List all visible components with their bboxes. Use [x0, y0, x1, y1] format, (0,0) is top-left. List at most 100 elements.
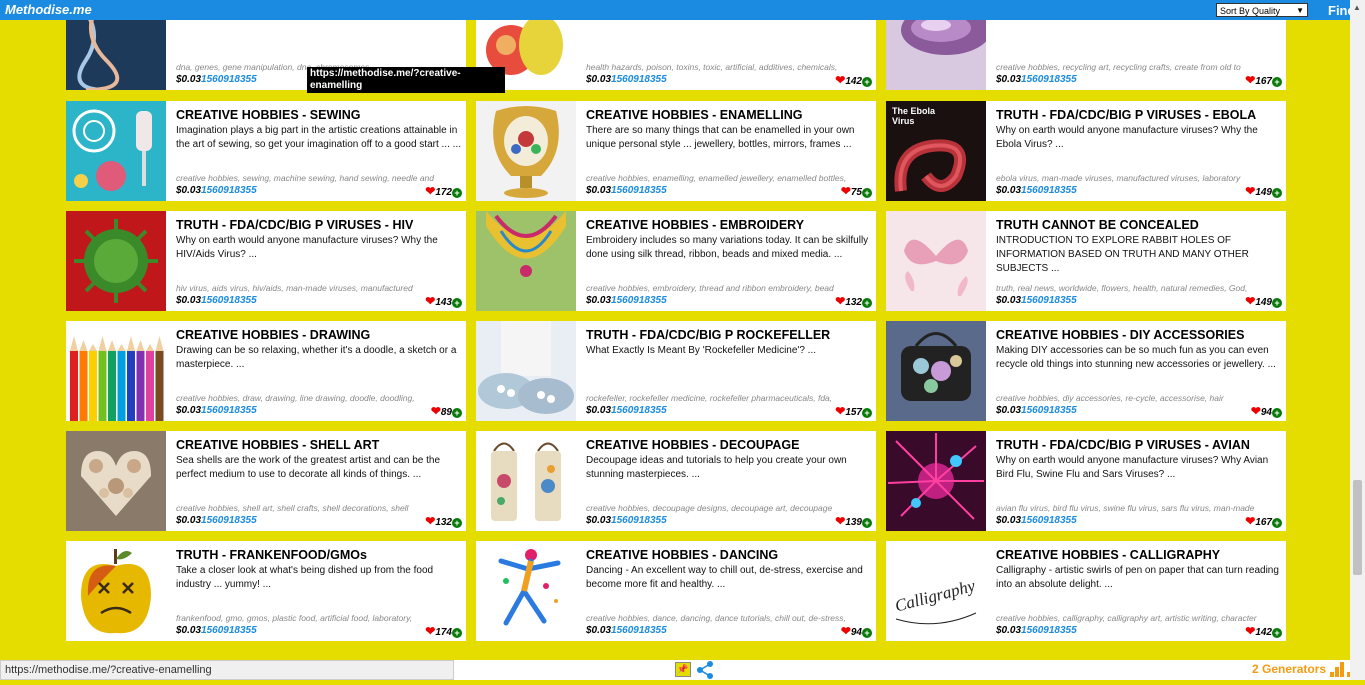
card-thumbnail[interactable]: [66, 101, 166, 201]
card-thumbnail[interactable]: [886, 431, 986, 531]
card-thumbnail[interactable]: [66, 431, 166, 531]
add-icon[interactable]: +: [1272, 188, 1282, 198]
heart-icon[interactable]: ❤: [835, 514, 845, 528]
price-number[interactable]: 1560918355: [611, 295, 667, 306]
price-number[interactable]: 1560918355: [201, 515, 257, 526]
heart-icon[interactable]: ❤: [835, 294, 845, 308]
share-icon[interactable]: [695, 660, 715, 685]
content-card[interactable]: CREATIVE HOBBIES - EMBROIDERY Embroidery …: [476, 211, 876, 311]
heart-icon[interactable]: ❤: [1245, 294, 1255, 308]
card-thumbnail[interactable]: [66, 321, 166, 421]
card-title[interactable]: CREATIVE HOBBIES - CALLIGRAPHY: [996, 548, 1281, 562]
card-thumbnail[interactable]: The Ebola Virus: [886, 101, 986, 201]
card-thumbnail[interactable]: [476, 431, 576, 531]
card-thumbnail[interactable]: [886, 211, 986, 311]
price-number[interactable]: 1560918355: [1021, 185, 1077, 196]
site-logo[interactable]: Methodise.me: [5, 2, 92, 17]
price-number[interactable]: 1560918355: [201, 74, 257, 85]
vertical-scrollbar[interactable]: ▲: [1350, 0, 1365, 680]
add-icon[interactable]: +: [862, 188, 872, 198]
pin-icon[interactable]: 📌: [675, 662, 691, 677]
card-title[interactable]: CREATIVE HOBBIES - DECOUPAGE: [586, 438, 871, 452]
card-thumbnail[interactable]: [66, 541, 166, 641]
price-number[interactable]: 1560918355: [611, 74, 667, 85]
heart-icon[interactable]: ❤: [841, 624, 851, 638]
heart-icon[interactable]: ❤: [431, 404, 441, 418]
content-card[interactable]: TRUTH CANNOT BE CONCEALED INTRODUCTION TO…: [886, 211, 1286, 311]
card-thumbnail[interactable]: [66, 211, 166, 311]
price-number[interactable]: 1560918355: [201, 405, 257, 416]
card-thumbnail[interactable]: [886, 321, 986, 421]
card-thumbnail[interactable]: [476, 211, 576, 311]
sort-dropdown[interactable]: Sort By Quality ▼: [1216, 3, 1308, 17]
heart-icon[interactable]: ❤: [1251, 404, 1261, 418]
content-card[interactable]: CREATIVE HOBBIES - DANCING Dancing - An e…: [476, 541, 876, 641]
content-card[interactable]: CREATIVE HOBBIES - ENAMELLING There are s…: [476, 101, 876, 201]
heart-icon[interactable]: ❤: [425, 184, 435, 198]
content-card[interactable]: Calligraphy CREATIVE HOBBIES - CALLIGRAPH…: [886, 541, 1286, 641]
content-card[interactable]: TRUTH - FDA/CDC/BIG P VIRUSES - AVIAN Why…: [886, 431, 1286, 531]
card-title[interactable]: CREATIVE HOBBIES - SEWING: [176, 108, 461, 122]
card-title[interactable]: CREATIVE HOBBIES - EMBROIDERY: [586, 218, 871, 232]
price-number[interactable]: 1560918355: [1021, 625, 1077, 636]
price-number[interactable]: 1560918355: [201, 625, 257, 636]
price-number[interactable]: 1560918355: [611, 185, 667, 196]
content-card[interactable]: CREATIVE HOBBIES - SEWING Imagination pla…: [66, 101, 466, 201]
card-title[interactable]: CREATIVE HOBBIES - DANCING: [586, 548, 871, 562]
price-number[interactable]: 1560918355: [611, 405, 667, 416]
add-icon[interactable]: +: [862, 518, 872, 528]
heart-icon[interactable]: ❤: [425, 624, 435, 638]
heart-icon[interactable]: ❤: [1245, 184, 1255, 198]
add-icon[interactable]: +: [1272, 408, 1282, 418]
content-card[interactable]: TRUTH - FDA/CDC/BIG P ROCKEFELLER What Ex…: [476, 321, 876, 421]
heart-icon[interactable]: ❤: [835, 73, 845, 87]
content-card[interactable]: The Ebola Virus TRUTH - FDA/CDC/BIG P VIRU…: [886, 101, 1286, 201]
card-title[interactable]: CREATIVE HOBBIES - ENAMELLING: [586, 108, 871, 122]
content-card[interactable]: CREATIVE HOBBIES - DECOUPAGE Decoupage id…: [476, 431, 876, 531]
add-icon[interactable]: +: [1272, 298, 1282, 308]
add-icon[interactable]: +: [862, 77, 872, 87]
card-title[interactable]: TRUTH - FRANKENFOOD/GMOs: [176, 548, 461, 562]
add-icon[interactable]: +: [862, 408, 872, 418]
content-card[interactable]: CREATIVE HOBBIES - DRAWING Drawing can be…: [66, 321, 466, 421]
heart-icon[interactable]: ❤: [425, 514, 435, 528]
price-number[interactable]: 1560918355: [611, 515, 667, 526]
card-thumbnail[interactable]: Calligraphy: [886, 541, 986, 641]
scrollbar-thumb[interactable]: [1353, 480, 1362, 575]
add-icon[interactable]: +: [1272, 628, 1282, 638]
card-title[interactable]: CREATIVE HOBBIES - DIY ACCESSORIES: [996, 328, 1281, 342]
card-title[interactable]: TRUTH - FDA/CDC/BIG P VIRUSES - AVIAN: [996, 438, 1281, 452]
card-thumbnail[interactable]: [476, 101, 576, 201]
price-number[interactable]: 1560918355: [1021, 295, 1077, 306]
price-number[interactable]: 1560918355: [201, 295, 257, 306]
card-title[interactable]: TRUTH - FDA/CDC/BIG P VIRUSES - EBOLA: [996, 108, 1281, 122]
content-card[interactable]: CREATIVE HOBBIES - SHELL ART Sea shells a…: [66, 431, 466, 531]
add-icon[interactable]: +: [862, 298, 872, 308]
add-icon[interactable]: +: [452, 518, 462, 528]
price-number[interactable]: 1560918355: [1021, 515, 1077, 526]
heart-icon[interactable]: ❤: [841, 184, 851, 198]
card-thumbnail[interactable]: [476, 541, 576, 641]
card-title[interactable]: TRUTH CANNOT BE CONCEALED: [996, 218, 1281, 232]
heart-icon[interactable]: ❤: [1245, 73, 1255, 87]
generators-link[interactable]: 2 Generators: [1252, 662, 1326, 676]
card-title[interactable]: TRUTH - FDA/CDC/BIG P VIRUSES - HIV: [176, 218, 461, 232]
card-title[interactable]: CREATIVE HOBBIES - DRAWING: [176, 328, 461, 342]
add-icon[interactable]: +: [452, 628, 462, 638]
add-icon[interactable]: +: [452, 298, 462, 308]
card-thumbnail[interactable]: [476, 321, 576, 421]
add-icon[interactable]: +: [862, 628, 872, 638]
price-number[interactable]: 1560918355: [1021, 74, 1077, 85]
card-title[interactable]: TRUTH - FDA/CDC/BIG P ROCKEFELLER: [586, 328, 871, 342]
content-card[interactable]: CREATIVE HOBBIES - DIY ACCESSORIES Making…: [886, 321, 1286, 421]
heart-icon[interactable]: ❤: [1245, 624, 1255, 638]
bar-chart-icon[interactable]: [1330, 662, 1345, 682]
heart-icon[interactable]: ❤: [1245, 514, 1255, 528]
add-icon[interactable]: +: [452, 188, 462, 198]
add-icon[interactable]: +: [1272, 77, 1282, 87]
price-number[interactable]: 1560918355: [611, 625, 667, 636]
add-icon[interactable]: +: [452, 408, 462, 418]
heart-icon[interactable]: ❤: [425, 294, 435, 308]
price-number[interactable]: 1560918355: [201, 185, 257, 196]
add-icon[interactable]: +: [1272, 518, 1282, 528]
